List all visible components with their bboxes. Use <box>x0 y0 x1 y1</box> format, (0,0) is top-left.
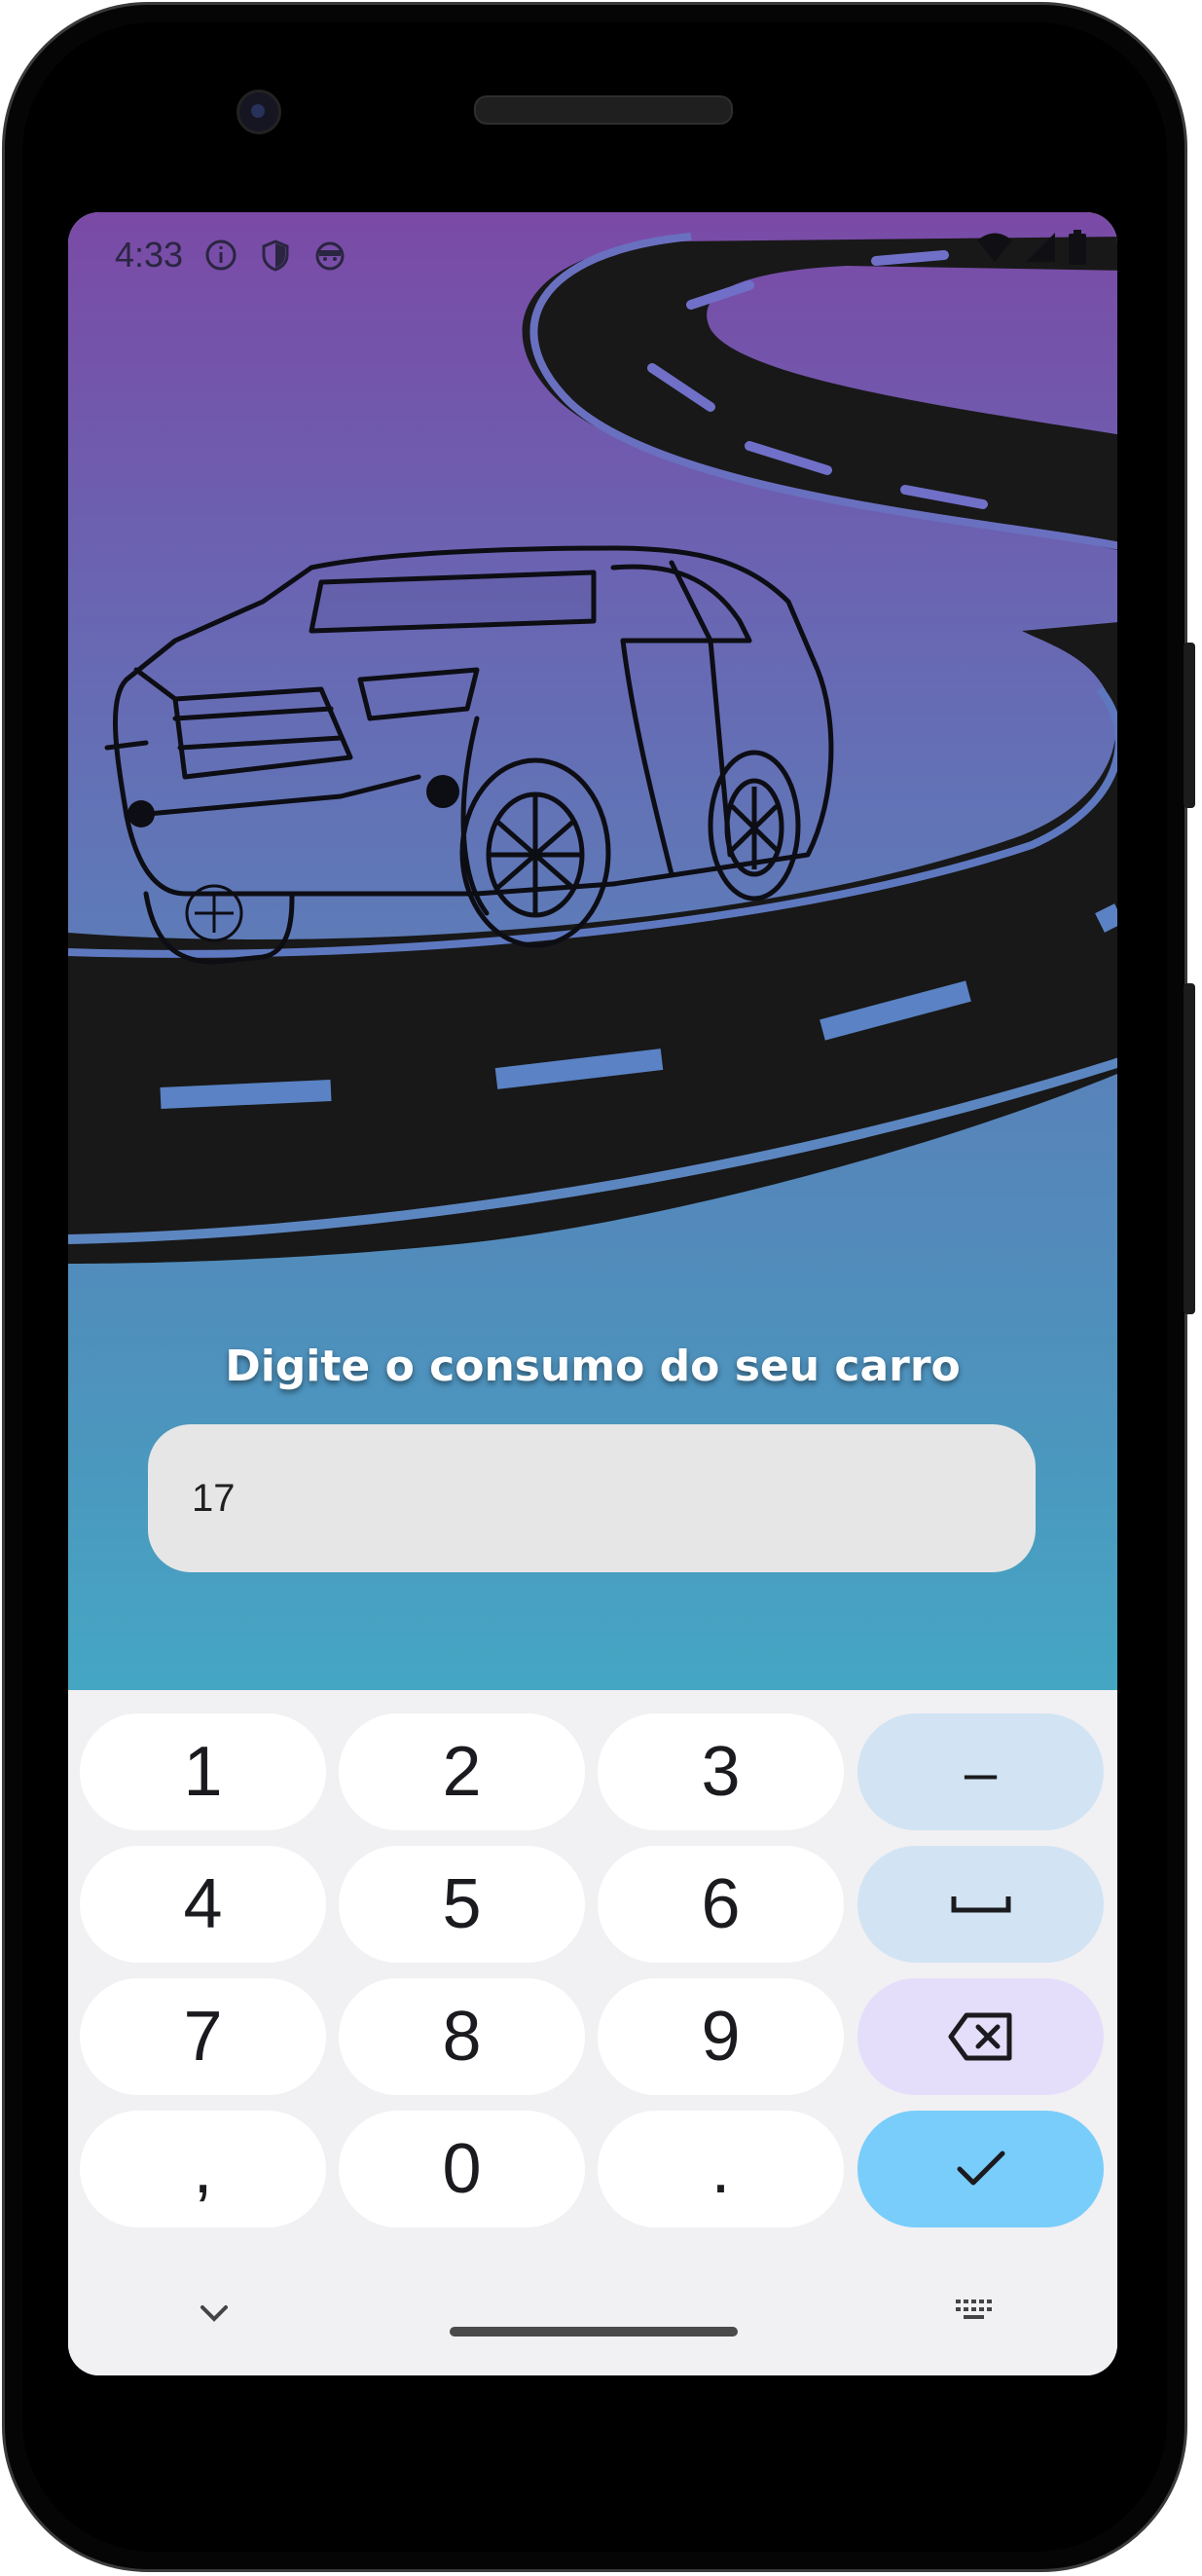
info-icon <box>205 239 237 271</box>
space-icon <box>951 1896 1010 1913</box>
key-dash[interactable]: – <box>857 1713 1104 1830</box>
road-far <box>522 237 1117 550</box>
headlight-left <box>127 800 155 828</box>
numeric-keyboard: 1 2 3 – 4 5 6 7 8 9 , 0 . <box>68 1690 1117 2375</box>
headlight-right <box>426 775 459 808</box>
key-9[interactable]: 9 <box>598 1978 844 2095</box>
car-rear-wheel <box>708 750 801 902</box>
road-car-illustration <box>68 233 1117 1264</box>
key-comma[interactable]: , <box>80 2111 326 2227</box>
earpiece-speaker <box>474 95 733 125</box>
status-right <box>975 230 1088 265</box>
key-8[interactable]: 8 <box>339 1978 585 2095</box>
key-backspace[interactable] <box>857 1978 1104 2095</box>
key-3[interactable]: 3 <box>598 1713 844 1830</box>
status-time: 4:33 <box>115 235 184 275</box>
car-outline <box>104 545 834 965</box>
wifi-icon <box>977 233 1012 262</box>
consumption-input[interactable]: 17 <box>148 1424 1036 1572</box>
car-front-wheel <box>459 757 611 948</box>
status-bar: 4:33 <box>115 226 346 284</box>
key-period[interactable]: . <box>598 2111 844 2227</box>
chevron-down-icon[interactable] <box>195 2294 234 2333</box>
battery-icon <box>1069 230 1086 265</box>
key-1[interactable]: 1 <box>80 1713 326 1830</box>
screen: 4:33 Digite o consumo do seu carro 17 1 … <box>68 212 1117 2375</box>
check-icon <box>957 2151 1004 2186</box>
key-space[interactable] <box>857 1846 1104 1963</box>
volume-button <box>1184 983 1195 1314</box>
backspace-icon <box>948 2012 1011 2061</box>
app-background: 4:33 Digite o consumo do seu carro 17 <box>68 212 1117 1690</box>
android-face-icon <box>315 241 345 271</box>
front-camera <box>237 90 281 134</box>
key-enter[interactable] <box>857 2111 1104 2227</box>
key-7[interactable]: 7 <box>80 1978 326 2095</box>
signal-icon <box>1026 233 1055 262</box>
key-2[interactable]: 2 <box>339 1713 585 1830</box>
key-5[interactable]: 5 <box>339 1846 585 1963</box>
shield-icon <box>262 239 289 272</box>
power-button <box>1184 643 1195 808</box>
consumption-prompt: Digite o consumo do seu carro <box>225 1342 961 1391</box>
gesture-home-bar[interactable] <box>450 2327 738 2337</box>
keyboard-icon[interactable] <box>954 2296 999 2327</box>
key-4[interactable]: 4 <box>80 1846 326 1963</box>
key-0[interactable]: 0 <box>339 2111 585 2227</box>
car-front-rim <box>185 884 243 942</box>
key-6[interactable]: 6 <box>598 1846 844 1963</box>
